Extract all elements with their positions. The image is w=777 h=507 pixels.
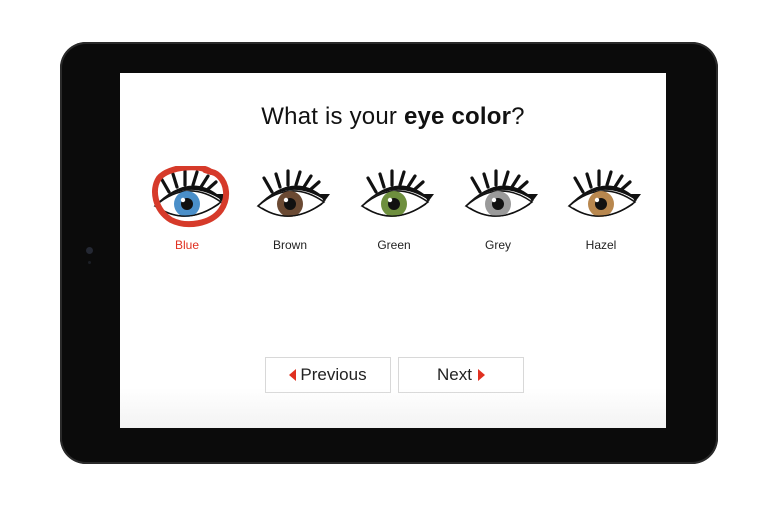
sensor-dot — [88, 261, 91, 264]
screen: What is your eye color? Blue Brown Green… — [120, 73, 666, 428]
option-label: Grey — [484, 238, 511, 252]
option-label: Hazel — [585, 238, 617, 252]
caret-right-icon — [477, 369, 485, 381]
green-eye-icon — [360, 169, 434, 217]
screen-reflection — [120, 388, 666, 428]
option-hazel[interactable]: Hazel — [553, 168, 649, 260]
option-brown[interactable]: Brown — [242, 168, 338, 260]
next-label: Next — [437, 365, 472, 384]
previous-button[interactable]: Previous — [265, 357, 391, 393]
next-button[interactable]: Next — [398, 357, 524, 393]
tablet-frame: What is your eye color? Blue Brown Green… — [60, 42, 718, 464]
grey-eye-icon — [464, 169, 538, 217]
hazel-eye-icon — [567, 169, 641, 217]
eye-color-options: Blue Brown Green Grey Hazel — [120, 166, 666, 268]
caret-left-icon — [289, 369, 297, 381]
brown-eye-icon — [256, 169, 330, 217]
option-label: Green — [377, 238, 411, 252]
option-label: Blue — [174, 238, 200, 252]
question-title: What is your eye color? — [261, 103, 525, 130]
option-grey[interactable]: Grey — [450, 168, 546, 260]
camera-icon — [86, 247, 93, 254]
previous-label: Previous — [300, 365, 367, 384]
option-label: Brown — [272, 238, 307, 252]
blue-eye-icon — [153, 169, 227, 217]
option-green[interactable]: Green — [346, 168, 442, 260]
option-blue[interactable]: Blue — [139, 166, 235, 260]
